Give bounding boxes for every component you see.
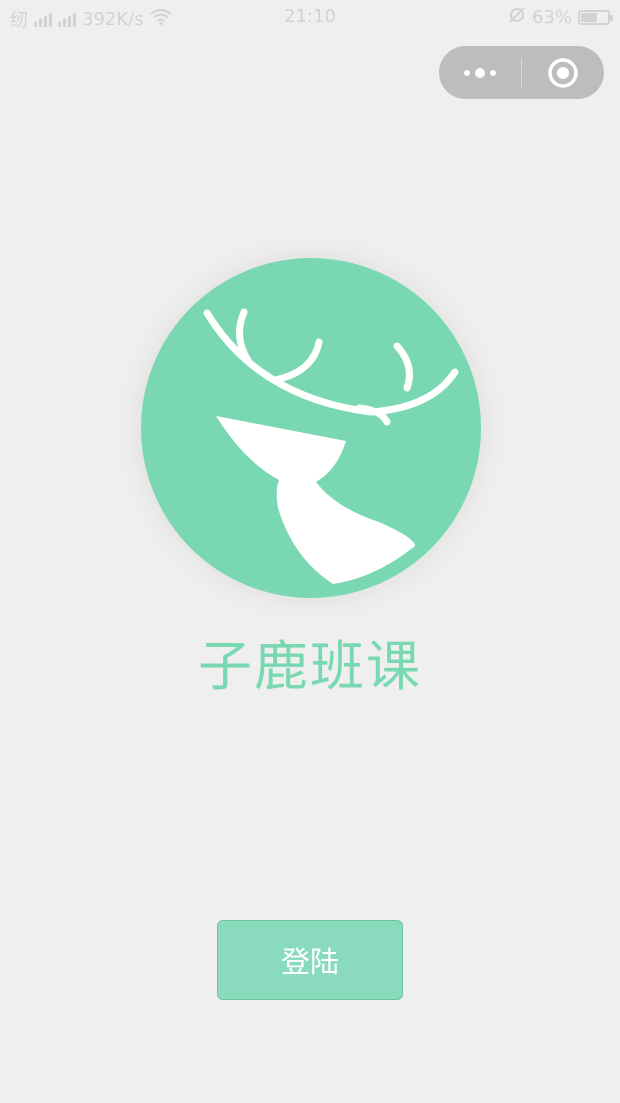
app-title: 子鹿班课 <box>198 635 422 698</box>
login-page: 纫 392K/s 21:10 63% 子鹿班课 登陆 <box>0 0 620 1103</box>
close-target-icon[interactable] <box>522 46 604 99</box>
more-dots-icon[interactable] <box>439 46 521 99</box>
battery-level <box>581 13 598 22</box>
status-right: 63% <box>508 6 613 29</box>
deer-logo-icon <box>141 258 481 598</box>
alarm-off-icon <box>508 6 526 29</box>
battery-icon <box>578 10 613 25</box>
capsule-menu <box>439 46 604 99</box>
login-button[interactable]: 登陆 <box>217 920 403 1000</box>
status-bar: 纫 392K/s 21:10 63% <box>0 0 620 34</box>
battery-percent: 63% <box>531 7 572 28</box>
